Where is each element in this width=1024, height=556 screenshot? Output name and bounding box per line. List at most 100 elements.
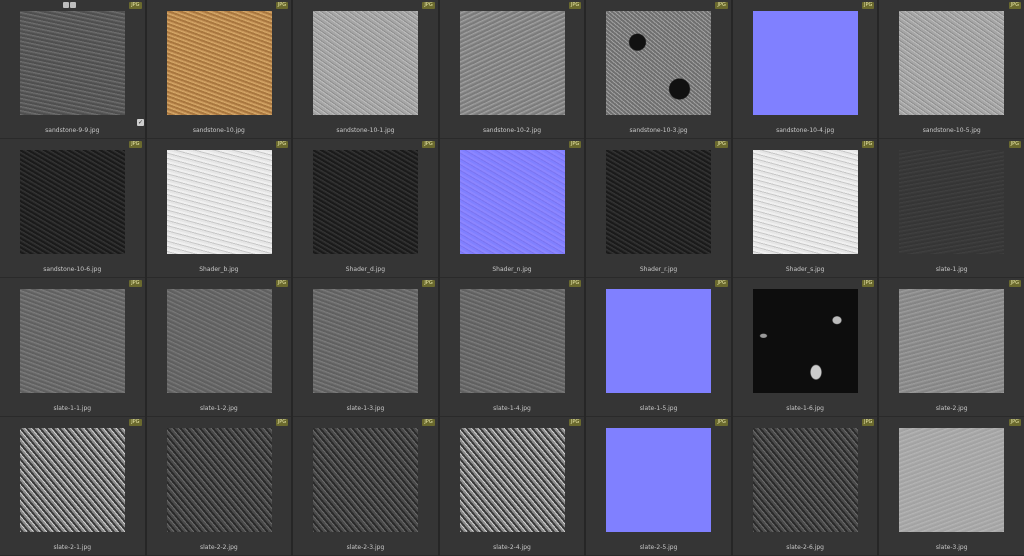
file-type-badge: JPG [1008, 280, 1021, 287]
thumbnail-tile[interactable]: JPG slate-2-6.jpg [732, 417, 878, 556]
file-type-badge: JPG [422, 419, 435, 426]
file-type-badge: JPG [862, 419, 875, 426]
thumbnail-tile[interactable]: JPG slate-2.jpg [879, 278, 1024, 417]
texture-thumbnail[interactable] [313, 11, 419, 115]
file-type-badge: JPG [862, 280, 875, 287]
file-type-badge: JPG [715, 2, 728, 9]
file-name-label: slate-2-3.jpg [346, 544, 385, 551]
texture-thumbnail[interactable] [899, 289, 1005, 393]
file-name-label: slate-2-1.jpg [53, 544, 92, 551]
thumbnail-tile[interactable]: JPG slate-1-1.jpg [0, 278, 145, 417]
file-name-label: sandstone-10-6.jpg [43, 266, 102, 273]
thumbnail-tile[interactable]: JPG sandstone-10-3.jpg [586, 0, 731, 139]
file-name-label: sandstone-10-1.jpg [336, 127, 395, 134]
texture-thumbnail[interactable] [752, 150, 858, 254]
file-type-badge: JPG [862, 2, 875, 9]
thumbnail-tile[interactable]: JPG sandstone-10-1.jpg [293, 0, 438, 139]
thumbnail-tile[interactable]: JPG sandstone-10-4.jpg [732, 0, 878, 139]
texture-thumbnail[interactable] [166, 289, 272, 393]
texture-thumbnail[interactable] [459, 289, 565, 393]
file-type-badge: JPG [568, 2, 582, 9]
thumbnail-tile[interactable]: JPG slate-2-2.jpg [146, 417, 292, 556]
thumbnail-tile[interactable]: JPG sandstone-10.jpg [146, 0, 292, 139]
texture-thumbnail[interactable] [313, 428, 419, 532]
file-name-label: slate-2-2.jpg [200, 544, 238, 551]
texture-thumbnail[interactable] [166, 11, 272, 115]
file-type-badge: JPG [715, 419, 728, 426]
texture-thumbnail[interactable] [20, 428, 125, 532]
file-type-badge: JPG [275, 419, 289, 426]
file-type-badge: JPG [715, 141, 728, 148]
texture-thumbnail[interactable] [313, 150, 419, 254]
thumbnail-tile[interactable]: JPG sandstone-10-6.jpg [0, 139, 145, 278]
texture-thumbnail[interactable] [166, 428, 272, 532]
file-name-label: slate-2-6.jpg [786, 544, 824, 551]
tile-tools [63, 2, 76, 8]
texture-thumbnail[interactable] [899, 428, 1005, 532]
selected-checkbox[interactable]: ✓ [137, 119, 144, 126]
file-type-badge: JPG [422, 141, 435, 148]
file-type-badge: JPG [568, 419, 582, 426]
file-type-badge: JPG [275, 280, 289, 287]
file-name-label: slate-1-5.jpg [639, 405, 678, 412]
file-name-label: slate-1.jpg [935, 266, 968, 273]
thumbnail-tile[interactable]: JPG Shader_n.jpg [439, 139, 585, 278]
thumbnail-tile[interactable]: JPG slate-2-1.jpg [0, 417, 145, 556]
thumbnail-grid: JPG sandstone-9-9.jpg ✓ JPG sandstone-10.jpg… [0, 0, 1024, 556]
thumbnail-tile[interactable]: JPG slate-2-4.jpg [439, 417, 585, 556]
thumbnail-tile[interactable]: JPG slate-1-3.jpg [293, 278, 438, 417]
view-toggle-icon[interactable] [63, 2, 69, 8]
texture-thumbnail[interactable] [313, 289, 419, 393]
texture-thumbnail[interactable] [20, 150, 125, 254]
thumbnail-tile[interactable]: JPG Shader_s.jpg [732, 139, 878, 278]
thumbnail-tile[interactable]: JPG sandstone-9-9.jpg ✓ [0, 0, 145, 139]
file-type-badge: JPG [862, 141, 875, 148]
file-type-badge: JPG [715, 280, 728, 287]
thumbnail-tile[interactable]: JPG slate-1-5.jpg [586, 278, 731, 417]
file-name-label: slate-1-3.jpg [346, 405, 385, 412]
texture-thumbnail[interactable] [606, 150, 712, 254]
thumbnail-tile[interactable]: JPG sandstone-10-2.jpg [439, 0, 585, 139]
thumbnail-tile[interactable]: JPG Shader_r.jpg [586, 139, 731, 278]
texture-thumbnail[interactable] [752, 428, 858, 532]
file-name-label: slate-1-1.jpg [53, 405, 92, 412]
thumbnail-tile[interactable]: JPG slate-1-6.jpg [732, 278, 878, 417]
file-name-label: Shader_n.jpg [492, 266, 532, 273]
thumbnail-tile[interactable]: JPG slate-1-4.jpg [439, 278, 585, 417]
texture-thumbnail[interactable] [20, 11, 125, 115]
texture-thumbnail[interactable] [459, 11, 565, 115]
texture-thumbnail[interactable] [899, 150, 1005, 254]
texture-thumbnail[interactable] [606, 11, 712, 115]
file-name-label: slate-1-2.jpg [200, 405, 238, 412]
texture-thumbnail[interactable] [899, 11, 1005, 115]
thumbnail-tile[interactable]: JPG Shader_b.jpg [146, 139, 292, 278]
file-type-badge: JPG [1008, 419, 1021, 426]
texture-thumbnail[interactable] [606, 428, 712, 532]
edit-icon[interactable] [70, 2, 76, 8]
file-name-label: slate-2-4.jpg [493, 544, 531, 551]
file-name-label: Shader_d.jpg [345, 266, 386, 273]
thumbnail-tile[interactable]: JPG slate-2-5.jpg [586, 417, 731, 556]
texture-thumbnail[interactable] [166, 150, 272, 254]
texture-thumbnail[interactable] [752, 11, 858, 115]
file-type-badge: JPG [422, 2, 435, 9]
texture-thumbnail[interactable] [752, 289, 858, 393]
thumbnail-tile[interactable]: JPG slate-2-3.jpg [293, 417, 438, 556]
texture-thumbnail[interactable] [20, 289, 125, 393]
file-name-label: sandstone-10.jpg [192, 127, 245, 134]
file-name-label: Shader_r.jpg [639, 266, 678, 273]
texture-thumbnail[interactable] [459, 428, 565, 532]
file-name-label: sandstone-10-2.jpg [482, 127, 541, 134]
thumbnail-tile[interactable]: JPG slate-3.jpg [879, 417, 1024, 556]
texture-thumbnail[interactable] [606, 289, 712, 393]
thumbnail-tile[interactable]: JPG Shader_d.jpg [293, 139, 438, 278]
file-type-badge: JPG [275, 2, 289, 9]
texture-thumbnail[interactable] [459, 150, 565, 254]
thumbnail-tile[interactable]: JPG slate-1.jpg [879, 139, 1024, 278]
file-type-badge: JPG [129, 419, 142, 426]
thumbnail-tile[interactable]: JPG slate-1-2.jpg [146, 278, 292, 417]
file-type-badge: JPG [129, 141, 142, 148]
file-name-label: Shader_b.jpg [199, 266, 239, 273]
thumbnail-tile[interactable]: JPG sandstone-10-5.jpg [879, 0, 1024, 139]
file-name-label: Shader_s.jpg [785, 266, 825, 273]
